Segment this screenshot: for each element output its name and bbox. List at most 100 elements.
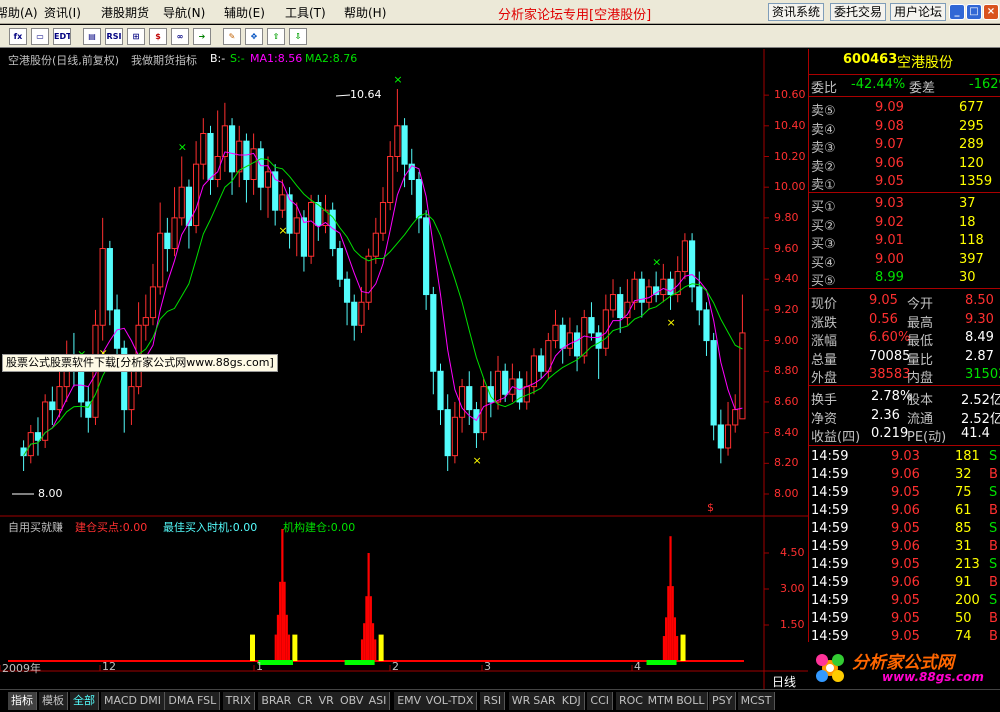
stat-value: 6.60% — [869, 330, 911, 345]
stat-label: 换手 — [811, 393, 838, 408]
candle — [250, 133, 257, 195]
order-price: 9.06 — [875, 155, 904, 171]
move-icon[interactable]: ✥ — [245, 28, 263, 45]
window-icon[interactable]: ▭ — [31, 28, 49, 45]
tab-macd[interactable]: MACD — [101, 692, 141, 710]
tab-vol-tdx[interactable]: VOL-TDX — [422, 692, 478, 710]
tab-emv[interactable]: EMV — [394, 692, 426, 710]
tab-sar[interactable]: SAR — [530, 692, 560, 710]
order-volume: 118 — [959, 233, 984, 248]
y-tick-label: 8.80 — [774, 364, 799, 378]
candle — [394, 89, 401, 172]
candle — [200, 118, 207, 180]
sub-red-bar — [285, 614, 288, 661]
sub-y-tick-label: 3.00 — [780, 582, 805, 595]
candle — [458, 378, 466, 433]
menu-item-tools[interactable]: 工具(T) — [285, 4, 326, 21]
order-volume: 289 — [959, 137, 984, 152]
menu-item-info[interactable]: 资讯(I) — [44, 4, 81, 21]
sub-red-bar — [283, 581, 286, 661]
tab-roc[interactable]: ROC — [616, 692, 647, 710]
candle — [739, 294, 746, 420]
stat-label: 股本 — [907, 393, 934, 408]
order-level: 买③ — [811, 237, 836, 252]
link-icon[interactable]: ∞ — [171, 28, 189, 45]
sub-series-3: 机构建仓:0.00 — [283, 521, 356, 534]
chart-area[interactable]: ×××××××× 空港股份(日线,前复权) 我做期货指标 B:- S:- MA1… — [0, 49, 808, 689]
dollar-icon[interactable]: $ — [149, 28, 167, 45]
info-system-button[interactable]: 资讯系统 — [768, 3, 825, 21]
tab-fsl[interactable]: FSL — [194, 692, 221, 710]
tab-指标[interactable]: 指标 — [8, 692, 37, 710]
menu-item-nav[interactable]: 导航(N) — [163, 4, 205, 21]
tab-vr[interactable]: VR — [315, 692, 338, 710]
stat-label: 内盘 — [907, 371, 934, 386]
minimize-icon[interactable]: _ — [949, 4, 965, 20]
tab-obv[interactable]: OBV — [337, 692, 368, 710]
order-volume: 397 — [959, 251, 984, 267]
tick-price: 9.06 — [891, 503, 920, 518]
sub-red-bar — [369, 596, 372, 661]
tab-trix[interactable]: TRIX — [222, 692, 255, 710]
up-arrow-icon[interactable]: ⇧ — [267, 28, 285, 45]
down-arrow-icon[interactable]: ⇩ — [289, 28, 307, 45]
tab-mcst[interactable]: MCST — [737, 692, 776, 710]
formula-icon[interactable]: fx — [9, 28, 27, 45]
menu-item-hk-futures[interactable]: 港股期货 — [101, 4, 149, 21]
candle — [660, 263, 667, 303]
menu-item-0[interactable]: 帮助(A) — [0, 4, 38, 21]
pen-icon[interactable]: ✎ — [223, 28, 241, 45]
export-icon[interactable]: ➔ — [193, 28, 211, 45]
candle — [538, 348, 545, 379]
tab-psy[interactable]: PSY — [709, 692, 737, 710]
edit-icon[interactable]: EDT — [53, 28, 71, 45]
rsi-icon[interactable]: RSI — [105, 28, 123, 45]
candle — [516, 371, 523, 410]
tab-brar[interactable]: BRAR — [258, 692, 296, 710]
sub-series-1: 建仓买点:0.00 — [75, 521, 148, 534]
weicha-value: -1629 — [969, 77, 1000, 92]
close-icon[interactable]: × — [983, 4, 999, 20]
stat-label: 最低 — [907, 334, 934, 349]
stat-value: 41.4 — [961, 426, 990, 441]
stat-value: 70085 — [869, 348, 911, 364]
order-price: 9.03 — [875, 196, 904, 211]
stock-header: 600463 空港股份 — [809, 52, 1000, 72]
stat-label: 现价 — [811, 297, 838, 312]
tick-volume: 32 — [955, 467, 972, 482]
tab-kdj[interactable]: KDJ — [558, 692, 585, 710]
sell-order-row: 卖⑤ 9.09 677 — [809, 100, 1000, 119]
menu-item-help[interactable]: 帮助(H) — [344, 4, 386, 21]
x-tick-label: 1 — [256, 660, 263, 673]
menu-item-assist[interactable]: 辅助(E) — [224, 4, 265, 21]
indicator-icon[interactable]: ⊞ — [127, 28, 145, 45]
sub-yellow-bar — [378, 634, 384, 661]
tab-cr[interactable]: CR — [294, 692, 317, 710]
tab-asi[interactable]: ASI — [365, 692, 391, 710]
tab-全部[interactable]: 全部 — [70, 692, 99, 710]
maximize-icon[interactable]: □ — [966, 4, 982, 20]
tick-time: 14:59 — [811, 521, 849, 536]
trade-button[interactable]: 委托交易 — [830, 3, 887, 21]
tab-dmi[interactable]: DMI — [136, 692, 166, 710]
tick-price: 9.05 — [891, 521, 920, 536]
sell-star-mark: × — [393, 73, 402, 86]
candle — [351, 294, 358, 341]
x-tick-label: 2 — [392, 660, 399, 673]
sub-red-bar — [673, 617, 677, 661]
tab-boll[interactable]: BOLL — [673, 692, 709, 710]
forum-button[interactable]: 用户论坛 — [890, 3, 947, 21]
candle — [617, 286, 624, 333]
tab-模板[interactable]: 模板 — [39, 692, 68, 710]
tab-cci[interactable]: CCI — [587, 692, 613, 710]
candle — [688, 233, 696, 303]
chart-icon[interactable]: ▤ — [83, 28, 101, 45]
tick-volume: 31 — [955, 539, 972, 554]
sub-y-tick-label: 4.50 — [780, 546, 805, 559]
stat-value: 2.52亿 — [961, 411, 1000, 427]
order-price: 9.02 — [875, 214, 904, 230]
sub-red-bar — [374, 639, 377, 661]
tab-rsi[interactable]: RSI — [480, 692, 506, 710]
sell-star-mark: × — [652, 256, 661, 269]
period-label[interactable]: 日线 — [772, 673, 796, 690]
